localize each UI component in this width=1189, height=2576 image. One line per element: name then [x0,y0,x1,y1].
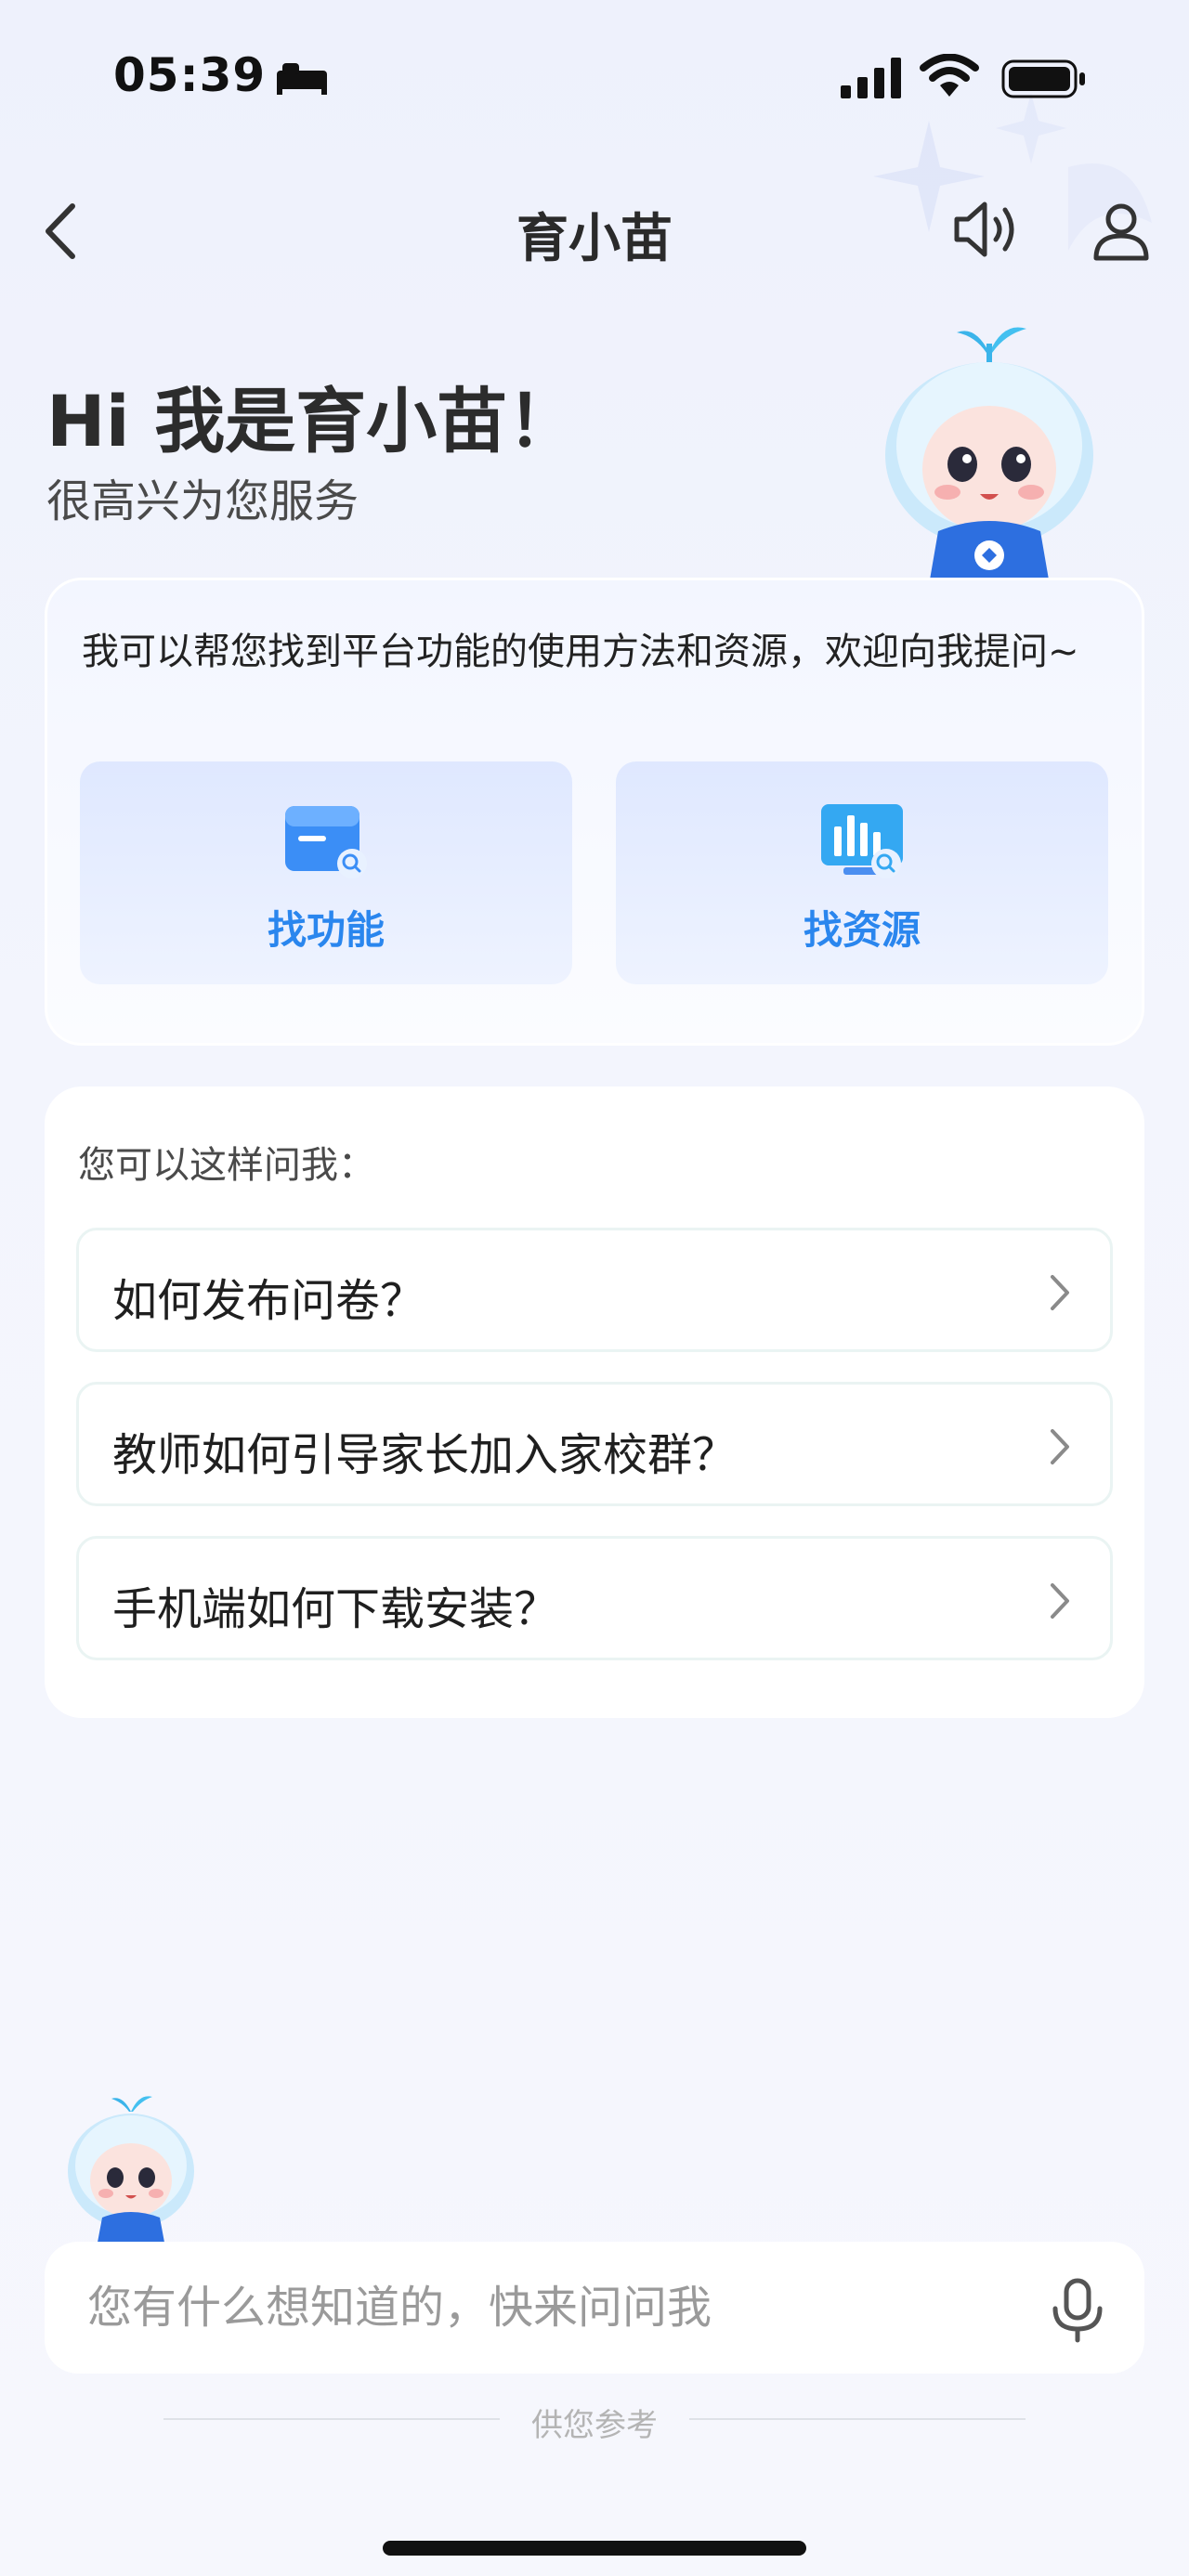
home-indicator[interactable] [383,2541,806,2556]
find-function-button[interactable]: 找功能 [80,761,572,984]
suggested-question[interactable]: 教师如何引导家长加入家校群？ [76,1382,1113,1506]
chat-input[interactable] [87,2270,1016,2346]
microphone-icon[interactable] [1050,2277,1105,2344]
find-function-label: 找功能 [267,907,385,953]
footer-disclaimer: 供您参考 [531,2407,658,2444]
find-resource-label: 找资源 [803,907,921,953]
suggested-question[interactable]: 如何发布问卷？ [76,1228,1113,1352]
cellular-signal-icon [841,58,901,98]
suggested-question[interactable]: 手机端如何下载安装？ [76,1536,1113,1660]
user-profile-icon[interactable] [1091,201,1152,262]
mascot-image [885,327,1093,585]
folder-search-icon [285,806,367,878]
chevron-right-icon [1051,1583,1069,1619]
sleep-focus-icon [277,63,327,95]
suggested-question-label: 教师如何引导家长加入家校群？ [112,1429,738,1481]
greeting-subtitle: 很高兴为您服务 [46,475,359,527]
chevron-right-icon [1051,1429,1069,1464]
mascot-avatar [68,2096,194,2247]
footer-divider [689,2418,1026,2420]
chevron-right-icon [1051,1275,1069,1310]
suggestions-heading: 您可以这样问我： [78,1144,375,1187]
battery-icon [1001,59,1085,98]
suggested-question-label: 如何发布问卷？ [112,1275,425,1327]
suggested-question-label: 手机端如何下载安装？ [112,1583,559,1635]
chart-search-icon [821,804,903,878]
wifi-icon [920,54,979,97]
speaker-icon[interactable] [951,199,1022,260]
intro-text: 我可以帮您找到平台功能的使用方法和资源，欢迎向我提问~ [82,631,1079,673]
chat-input-bar [45,2242,1144,2374]
find-resource-button[interactable]: 找资源 [616,761,1108,984]
greeting-title: Hi 我是育小苗！ [46,380,579,462]
status-time: 05:39 [113,48,267,102]
